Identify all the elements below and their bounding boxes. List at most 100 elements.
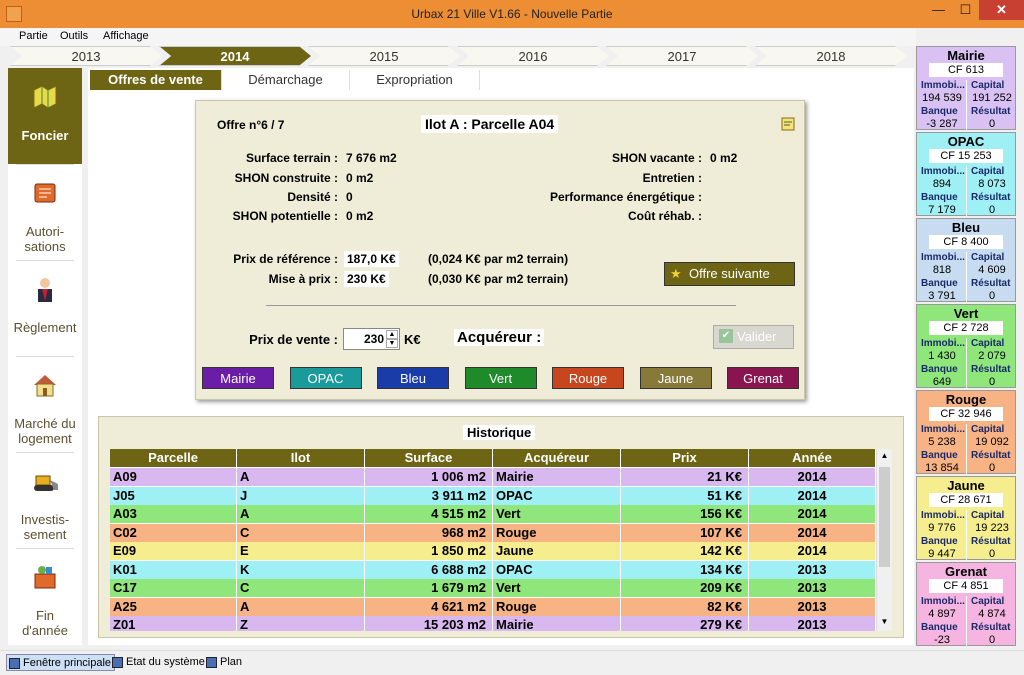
table-cell-parcelle: A25	[110, 597, 237, 616]
capital-label: Capital	[971, 424, 1005, 435]
resultat-value: 0	[988, 118, 996, 130]
table-cell-surface: 968 m2	[365, 523, 493, 542]
player-button-bleu[interactable]: Bleu	[377, 367, 449, 389]
banque-label: Banque	[921, 450, 958, 461]
table-row[interactable]: J05 J 3 911 m2 OPAC 51 K€ 2014	[110, 486, 876, 505]
player-button-mairie[interactable]: Mairie	[202, 367, 274, 389]
banque-label: Banque	[921, 622, 958, 633]
player-card-bleu[interactable]: Bleu CF 8 400 Immobi... 818 Banque 3 791 Capit…	[916, 218, 1016, 302]
player-card-vert[interactable]: Vert CF 2 728 Immobi... 1 430 Banque 649 Capit…	[916, 304, 1016, 388]
divider	[266, 305, 736, 306]
table-cell-acq: Vert	[493, 579, 621, 597]
table-row[interactable]: Z01 Z 15 203 m2 Mairie 279 K€ 2013	[110, 616, 876, 631]
status-fenetre-principale[interactable]: Fenêtre principale	[6, 654, 116, 671]
left-nav: Foncier Autori-sations Règlement Marché du l…	[8, 68, 82, 645]
immo-value: 1 430	[928, 350, 956, 362]
left-stats: Immobi... 894 Banque 7 179	[919, 166, 967, 216]
valider-button[interactable]: ✔ Valider	[713, 325, 794, 349]
minimize-button[interactable]: —	[925, 0, 952, 20]
nav-label-line1: Marché du	[14, 416, 76, 431]
status-etat-systeme[interactable]: Etat du système	[110, 654, 205, 671]
player-button-opac[interactable]: OPAC	[289, 367, 362, 389]
player-card-jaune[interactable]: Jaune CF 28 671 Immobi... 9 776 Banque 9 447 C…	[916, 476, 1016, 560]
resultat-label: Résultat	[971, 192, 1011, 203]
column-header[interactable]: Ilot	[237, 449, 365, 467]
banque-label: Banque	[921, 536, 958, 547]
year-2014[interactable]: 2014	[159, 46, 311, 66]
table-cell-annee: 2013	[749, 579, 876, 597]
nav-autori[interactable]: Autori-sations	[8, 164, 82, 260]
menu-outils[interactable]: Outils	[60, 30, 88, 42]
nav-investis[interactable]: Investis-sement	[8, 452, 82, 548]
table-row[interactable]: E09 E 1 850 m2 Jaune 142 K€ 2014	[110, 542, 876, 560]
table-cell-ilot: E	[237, 542, 365, 560]
maximize-button[interactable]: ☐	[952, 0, 979, 20]
nav-marchédu[interactable]: Marché du logement	[8, 356, 82, 452]
capital-value: 19 092	[975, 436, 1009, 448]
tab-expropriation[interactable]: Expropriation	[350, 70, 480, 90]
nav-label-line2: sement	[23, 527, 67, 542]
menu-affichage[interactable]: Affichage	[103, 30, 149, 42]
year-2018[interactable]: 2018	[755, 46, 907, 66]
cash-flow: CF 4 851	[929, 579, 1003, 593]
table-cell-parcelle: C17	[110, 579, 237, 597]
historique-scrollbar[interactable]: ▲ ▼	[876, 449, 892, 631]
prix-vente-stepper[interactable]: 230 ▲ ▼	[343, 328, 400, 350]
table-row[interactable]: A03 A 4 515 m2 Vert 156 K€ 2014	[110, 505, 876, 523]
notes-icon[interactable]	[780, 116, 796, 132]
tab-offres-de-vente[interactable]: Offres de vente	[90, 70, 222, 90]
table-cell-acq: Rouge	[493, 523, 621, 542]
banque-label: Banque	[921, 278, 958, 289]
prix-vente-unit: K€	[404, 332, 421, 347]
nav-separator	[16, 356, 74, 357]
capital-label: Capital	[971, 166, 1005, 177]
status-plan[interactable]: Plan	[204, 654, 242, 671]
nav-rglement[interactable]: Règlement	[8, 260, 82, 356]
player-button-vert[interactable]: Vert	[464, 367, 537, 389]
year-2013[interactable]: 2013	[10, 46, 162, 66]
year-2015[interactable]: 2015	[308, 46, 460, 66]
nav-separator	[16, 452, 74, 453]
player-button-rouge[interactable]: Rouge	[552, 367, 624, 389]
player-button-grenat[interactable]: Grenat	[727, 367, 799, 389]
immo-value: 818	[932, 264, 952, 276]
player-card-grenat[interactable]: Grenat CF 4 851 Immobi... 4 897 Banque -23 Cap…	[916, 562, 1016, 646]
next-offer-button[interactable]: ★ Offre suivante	[664, 262, 795, 286]
nav-foncier[interactable]: Foncier	[8, 68, 82, 164]
scroll-thumb[interactable]	[879, 467, 890, 567]
table-cell-acq: Mairie	[493, 616, 621, 631]
table-row[interactable]: A25 A 4 621 m2 Rouge 82 K€ 2013	[110, 597, 876, 616]
column-header[interactable]: Surface	[365, 449, 493, 467]
table-cell-parcelle: A09	[110, 468, 237, 486]
stepper-up-icon[interactable]: ▲	[386, 330, 398, 339]
table-row[interactable]: K01 K 6 688 m2 OPAC 134 K€ 2013	[110, 560, 876, 579]
prix-vente-input[interactable]: 230	[364, 332, 384, 346]
column-header[interactable]: Acquéreur	[493, 449, 621, 467]
table-row[interactable]: C17 C 1 679 m2 Vert 209 K€ 2013	[110, 579, 876, 597]
scroll-down-icon[interactable]: ▼	[879, 617, 890, 627]
player-button-jaune[interactable]: Jaune	[639, 367, 712, 389]
player-card-rouge[interactable]: Rouge CF 32 946 Immobi... 5 238 Banque 13 854…	[916, 390, 1016, 474]
close-button[interactable]: ✕	[979, 0, 1024, 20]
year-2017[interactable]: 2017	[606, 46, 758, 66]
table-cell-ilot: A	[237, 597, 365, 616]
right-stats: Capital 19 092 Résultat 0	[969, 424, 1017, 474]
year-2016[interactable]: 2016	[457, 46, 609, 66]
column-header[interactable]: Parcelle	[110, 449, 237, 467]
chart-icon	[112, 657, 123, 668]
resultat-value: 0	[988, 290, 996, 302]
table-row[interactable]: A09 A 1 006 m2 Mairie 21 K€ 2014	[110, 468, 876, 486]
table-row[interactable]: C02 C 968 m2 Rouge 107 K€ 2014	[110, 523, 876, 542]
nav-fin[interactable]: Fin d'année	[8, 548, 82, 644]
player-card-mairie[interactable]: Mairie CF 613 Immobi... 194 539 Banque -3 287…	[916, 46, 1016, 130]
house-icon	[30, 370, 60, 400]
tab-demarchage[interactable]: Démarchage	[222, 70, 350, 90]
player-card-opac[interactable]: OPAC CF 15 253 Immobi... 894 Banque 7 179 Capi…	[916, 132, 1016, 216]
stepper-down-icon[interactable]: ▼	[386, 339, 398, 348]
column-header[interactable]: Prix	[621, 449, 749, 467]
column-header[interactable]: Année	[749, 449, 876, 467]
table-cell-ilot: A	[237, 505, 365, 523]
right-stats: Capital 191 252 Résultat 0	[969, 80, 1017, 130]
scroll-up-icon[interactable]: ▲	[879, 451, 890, 461]
menu-partie[interactable]: Partie	[19, 30, 48, 42]
